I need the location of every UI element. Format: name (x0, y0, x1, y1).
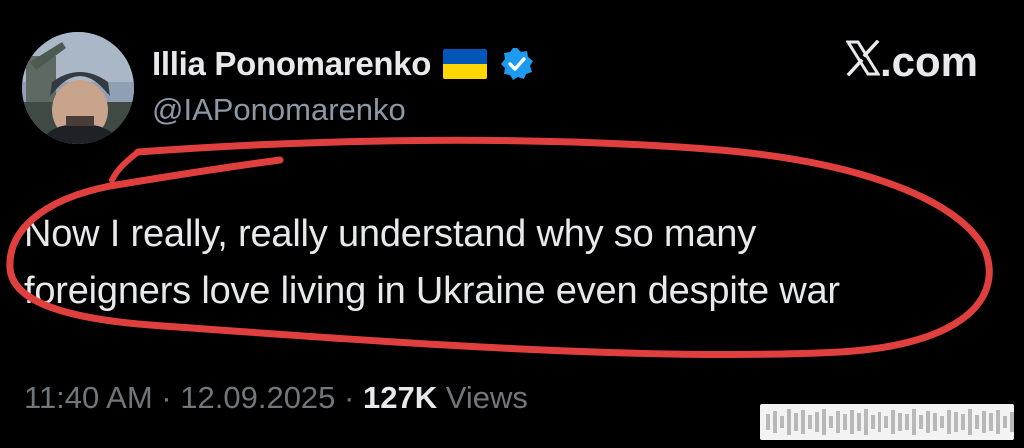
avatar[interactable] (22, 32, 134, 144)
watermark-stamp (760, 404, 1014, 440)
views-label: Views (445, 380, 528, 415)
author-handle[interactable]: @IAPonomarenko (152, 92, 406, 128)
tweet-line: foreigners love living in Ukraine even d… (24, 270, 840, 312)
avatar-photo-icon (22, 32, 134, 144)
meta-separator: · (161, 380, 172, 415)
verified-badge-icon (499, 46, 535, 82)
author-display-name[interactable]: Illia Ponomarenko (152, 45, 431, 83)
tweet-meta: 11:40 AM · 12.09.2025 · 127K Views (24, 380, 528, 416)
ukraine-flag-icon (443, 49, 488, 79)
site-domain-text: .com (879, 38, 978, 85)
site-label: .com (845, 38, 978, 86)
tweet-screenshot: Illia Ponomarenko @IAPonomarenko .com No… (0, 0, 1024, 448)
author-name-row: Illia Ponomarenko (152, 40, 535, 88)
views-count: 127K (363, 380, 438, 415)
x-logo-icon (845, 38, 881, 86)
tweet-body: Now I really, really understand why so m… (24, 206, 984, 320)
tweet-date[interactable]: 12.09.2025 (180, 380, 335, 415)
tweet-time[interactable]: 11:40 AM (24, 380, 153, 415)
meta-separator: · (344, 380, 355, 415)
tweet-line: Now I really, really understand why so m… (24, 213, 757, 255)
